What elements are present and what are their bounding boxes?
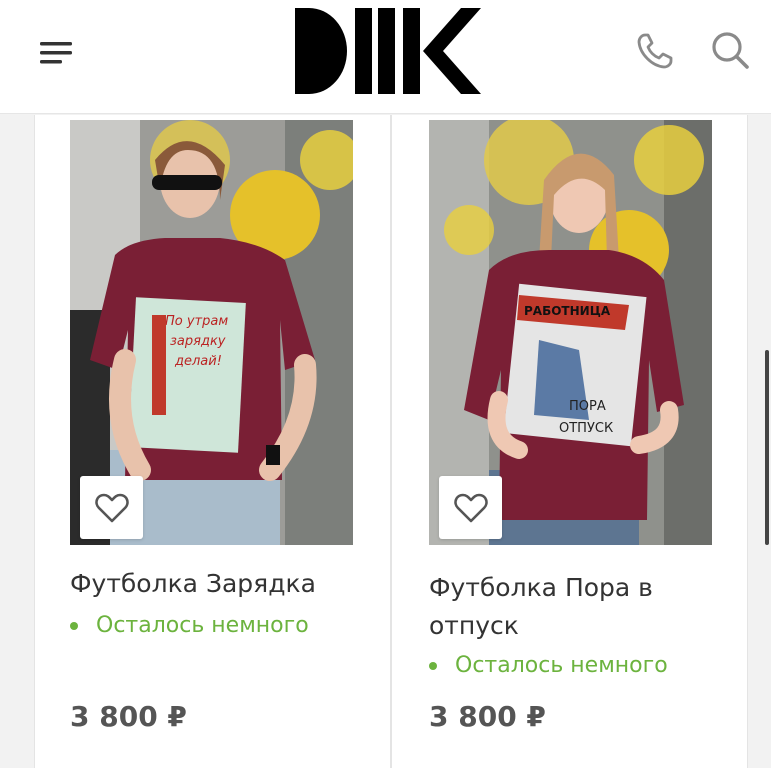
svg-text:По утрам: По утрам xyxy=(165,314,228,329)
stock-dot-icon xyxy=(429,661,437,670)
product-title[interactable]: Футболка Пора в отпуск xyxy=(429,569,719,645)
svg-text:ОТПУСК: ОТПУСК xyxy=(559,421,613,436)
stock-status-label: Осталось немного xyxy=(96,613,309,638)
phone-icon[interactable] xyxy=(636,32,674,70)
stock-status: Осталось немного xyxy=(429,653,668,678)
stock-status-label: Осталось немного xyxy=(455,653,668,678)
product-photo[interactable]: РАБОТНИЦА ПОРА ОТПУСК xyxy=(429,120,712,545)
product-grid: По утрам зарядку делай! Футболка Зарядка… xyxy=(0,115,771,768)
svg-text:зарядку: зарядку xyxy=(170,334,226,349)
product-card[interactable]: По утрам зарядку делай! Футболка Зарядка… xyxy=(34,115,391,768)
stock-dot-icon xyxy=(70,621,78,630)
svg-text:РАБОТНИЦА: РАБОТНИЦА xyxy=(524,304,611,318)
favorite-button[interactable] xyxy=(80,476,143,539)
scrollbar-thumb[interactable] xyxy=(765,350,769,545)
svg-text:делай!: делай! xyxy=(174,354,222,369)
search-icon[interactable] xyxy=(710,30,750,70)
product-card[interactable]: РАБОТНИЦА ПОРА ОТПУСК Футболка Пора в от… xyxy=(391,115,748,768)
product-title[interactable]: Футболка Зарядка xyxy=(70,565,370,603)
svg-text:ПОРА: ПОРА xyxy=(569,399,606,414)
brand-logo[interactable] xyxy=(295,6,485,96)
header xyxy=(0,0,771,114)
heart-icon xyxy=(94,493,129,522)
product-photo[interactable]: По утрам зарядку делай! xyxy=(70,120,353,545)
hamburger-menu-icon[interactable] xyxy=(40,40,72,66)
stock-status: Осталось немного xyxy=(70,613,309,638)
product-price: 3 800 ₽ xyxy=(429,700,546,733)
heart-icon xyxy=(453,493,488,522)
product-price: 3 800 ₽ xyxy=(70,700,187,733)
favorite-button[interactable] xyxy=(439,476,502,539)
